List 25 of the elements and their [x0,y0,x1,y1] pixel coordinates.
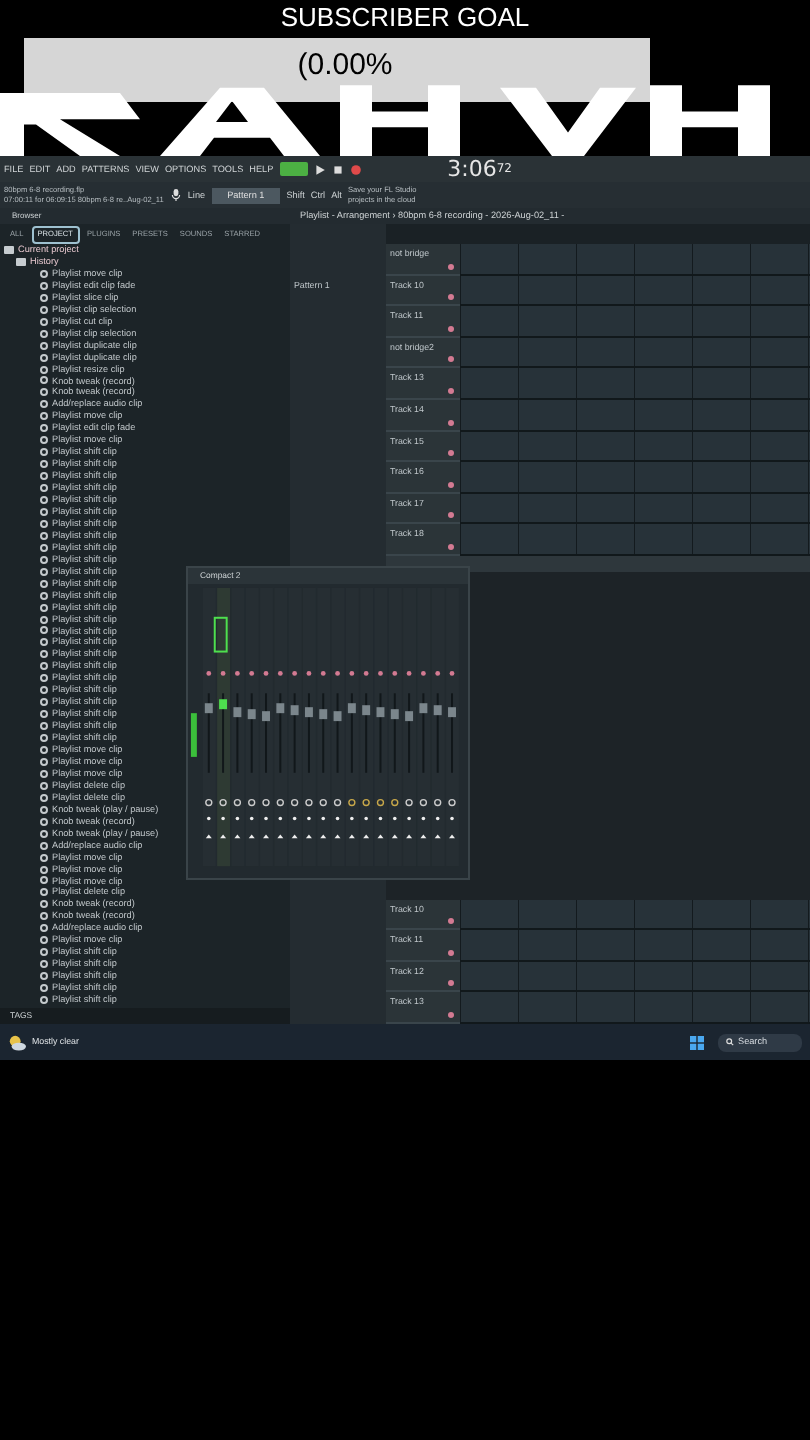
dot-icon [448,543,454,550]
timeline-ruler[interactable] [386,224,810,244]
dot-icon [448,356,454,363]
dot-icon [448,325,454,332]
dot-icon [448,918,454,925]
weather-icon [8,1033,26,1051]
dot-icon [448,387,454,394]
dot-icon [448,419,454,426]
goal-title: SUBSCRIBER GOAL [278,0,532,32]
dot-icon [448,263,454,270]
pattern-song-toggle[interactable] [279,162,308,176]
windows-logo-icon[interactable] [690,1035,704,1049]
record-icon[interactable] [349,163,362,175]
dot-icon [448,450,454,457]
dot-icon [448,949,454,956]
dot-icon [448,294,454,301]
dot-icon [448,1012,454,1018]
play-icon[interactable] [313,163,326,175]
goal-percent: (0.00% [295,48,395,84]
dot-icon [448,512,454,519]
dot-icon [448,980,454,987]
stop-icon[interactable] [331,163,344,175]
dot-icon [448,481,454,488]
microphone-icon[interactable] [169,188,182,202]
search-icon [726,1038,734,1046]
